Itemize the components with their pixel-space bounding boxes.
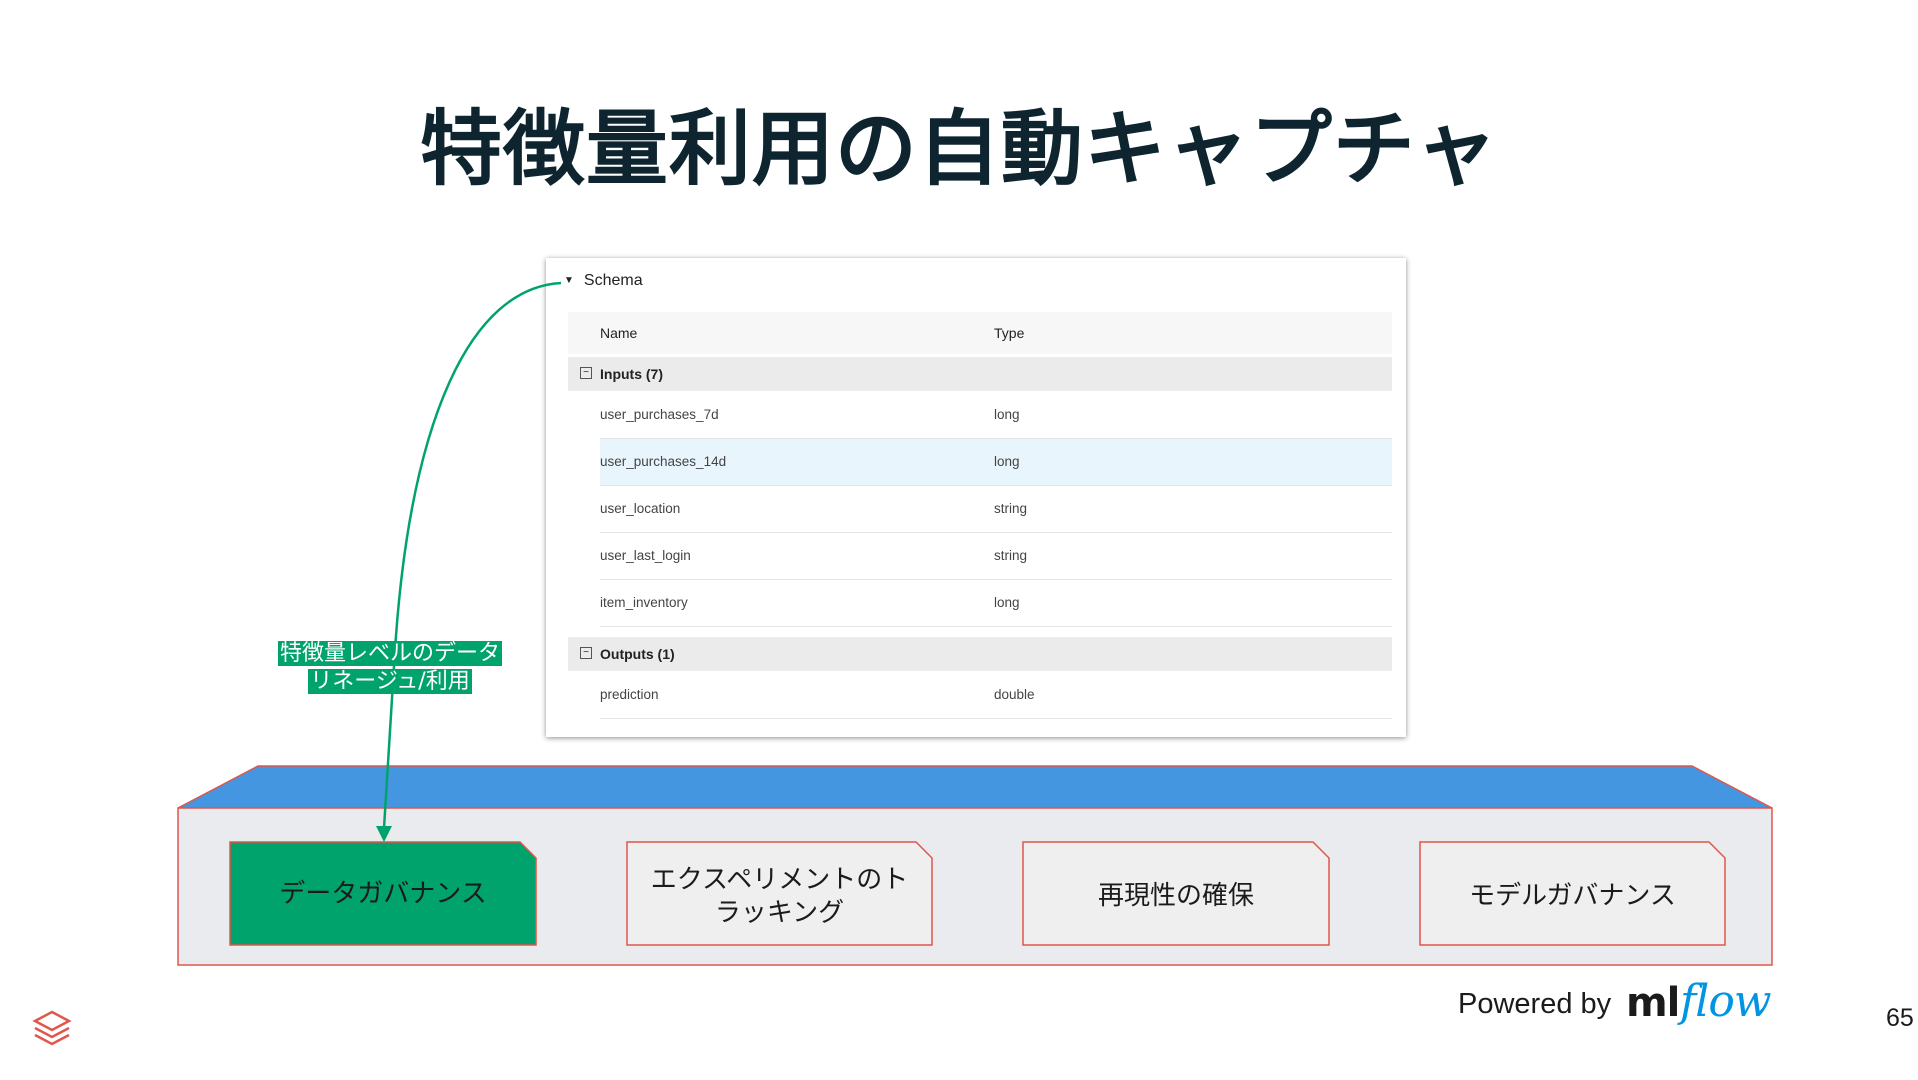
- card-label: 再現性の確保: [1023, 880, 1329, 913]
- mlflow-logo-ml: ml: [1626, 980, 1680, 1026]
- lineage-arrow: [382, 281, 562, 829]
- platform-top: [177, 765, 1773, 809]
- card-label: データガバナンス: [230, 878, 536, 911]
- card-label-line1: モデルガバナンス: [1469, 881, 1676, 911]
- card-label: エクスペリメントのト ラッキング: [627, 864, 932, 930]
- card-label-line2: ラッキング: [714, 898, 845, 928]
- lineage-annotation: 特徴量レベルのデータ リネージュ/利用: [275, 640, 505, 698]
- card-label-line1: 再現性の確保: [1097, 881, 1254, 911]
- powered-by-label: Powered by: [1458, 988, 1612, 1020]
- databricks-logo-icon: [32, 1010, 72, 1046]
- card-label: モデルガバナンス: [1420, 880, 1725, 913]
- page-number: 65: [1886, 1004, 1914, 1032]
- annotation-line1: 特徴量レベルのデータ: [277, 641, 502, 666]
- card-label-line1: エクスペリメントのト: [650, 865, 909, 895]
- card-label-line1: データガバナンス: [279, 879, 487, 909]
- annotation-line2: リネージュ/利用: [308, 669, 472, 694]
- platform-diagram: [177, 281, 1773, 966]
- mlflow-logo-flow: flow: [1680, 976, 1772, 1027]
